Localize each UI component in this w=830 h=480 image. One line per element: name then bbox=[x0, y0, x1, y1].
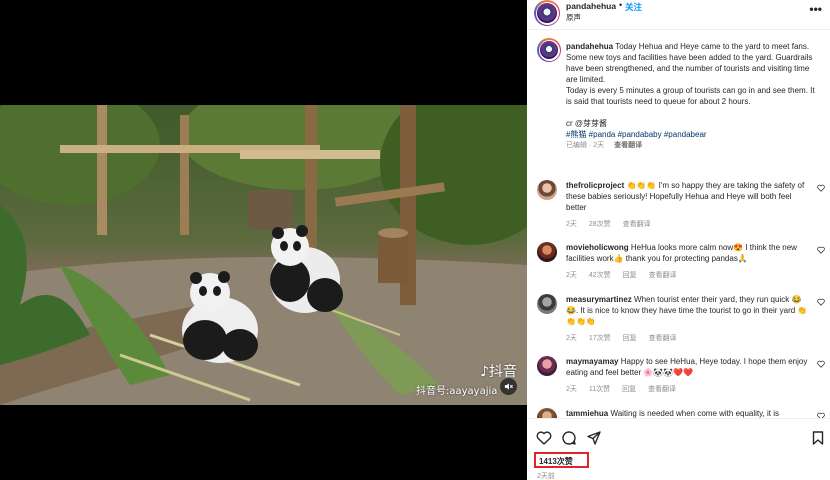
comment-translate-link[interactable]: 查看翻译 bbox=[649, 335, 677, 342]
commenter-username[interactable]: movieholicwong bbox=[566, 243, 629, 252]
comment-meta: 2天 42次赞 回复 查看翻译 bbox=[566, 270, 687, 280]
comment-item: maymayamay Happy to see HeHua, Heye toda… bbox=[537, 356, 825, 408]
post-actions-bar: 1413次赞 2天前 bbox=[527, 418, 830, 480]
comments-list[interactable]: pandahehua Today Hehua and Heye came to … bbox=[527, 30, 830, 418]
commenter-username[interactable]: thefrolicproject bbox=[566, 181, 624, 190]
author-username[interactable]: pandahehua bbox=[566, 1, 616, 11]
caption-text: pandahehua Today Hehua and Heye came to … bbox=[566, 41, 821, 151]
caption-meta: 已编辑 · 2天 查看翻译 bbox=[566, 140, 821, 151]
caption-line: Some new toys and facilities have been a… bbox=[566, 53, 813, 84]
caption-username[interactable]: pandahehua bbox=[566, 42, 613, 51]
comment-like-heart-icon[interactable] bbox=[817, 298, 825, 306]
comment-text: thefrolicproject 👏👏👏 I'm so happy they a… bbox=[566, 180, 810, 213]
more-options-icon[interactable]: ••• bbox=[809, 2, 822, 16]
comment-meta: 2天 28次赞 查看翻译 bbox=[566, 219, 661, 229]
comment-reply-link[interactable]: 回复 bbox=[623, 335, 637, 342]
douyin-watermark-id: 抖音号:aayayajia bbox=[416, 386, 498, 397]
share-send-icon[interactable] bbox=[586, 430, 602, 446]
post-time-ago: 2天前 bbox=[537, 473, 555, 480]
comment-text: measurymartinez When tourist enter their… bbox=[566, 294, 810, 327]
commenter-username[interactable]: measurymartinez bbox=[566, 295, 632, 304]
comment-like-heart-icon[interactable] bbox=[817, 246, 825, 254]
comment-item: measurymartinez When tourist enter their… bbox=[537, 294, 825, 346]
comment-likes[interactable]: 17次赞 bbox=[589, 335, 611, 342]
caption-credit: cr @芽芽酱 bbox=[566, 119, 608, 128]
likes-count[interactable]: 1413次赞 bbox=[534, 452, 589, 468]
commenter-avatar[interactable] bbox=[537, 294, 557, 314]
media-pane: ♪抖音 抖音号:aayayajia bbox=[0, 0, 527, 480]
comment-like-heart-icon[interactable] bbox=[817, 360, 825, 368]
comment-time: 2天 bbox=[566, 386, 577, 393]
mute-toggle-button[interactable] bbox=[500, 378, 517, 395]
commenter-avatar[interactable] bbox=[537, 408, 557, 418]
comment-reply-link[interactable]: 回复 bbox=[622, 386, 636, 393]
caption-spacer bbox=[566, 107, 821, 118]
like-heart-icon[interactable] bbox=[536, 430, 552, 446]
separator-dot: • bbox=[619, 0, 623, 10]
comment-item: movieholicwong HeHua looks more calm now… bbox=[537, 242, 825, 294]
speaker-muted-icon bbox=[504, 383, 513, 390]
caption-line: Today Hehua and Heye came to the yard to… bbox=[615, 42, 810, 51]
caption-translate-link[interactable]: 查看翻译 bbox=[614, 142, 642, 149]
commenter-avatar[interactable] bbox=[537, 242, 557, 262]
commenter-username[interactable]: tammiehua bbox=[566, 409, 608, 418]
commenter-avatar[interactable] bbox=[537, 356, 557, 376]
comment-text: movieholicwong HeHua looks more calm now… bbox=[566, 242, 810, 264]
follow-button[interactable]: 关注 bbox=[625, 1, 642, 13]
post-header: pandahehua • 关注 原声 ••• bbox=[527, 0, 830, 30]
commenter-avatar[interactable] bbox=[537, 180, 557, 200]
comment-meta: 2天 11次赞 回复 查看翻译 bbox=[566, 384, 686, 394]
comment-likes[interactable]: 28次赞 bbox=[589, 221, 611, 228]
comment-meta: 2天 17次赞 回复 查看翻译 bbox=[566, 333, 687, 343]
caption-line: Today is every 5 minutes a group of tour… bbox=[566, 86, 815, 106]
comment-item: tammiehua Waiting is needed when come wi… bbox=[537, 408, 825, 418]
comment-translate-link[interactable]: 查看翻译 bbox=[648, 386, 676, 393]
author-avatar[interactable] bbox=[534, 0, 560, 26]
caption-hashtags[interactable]: #熊猫 #panda #pandababy #pandabear bbox=[566, 129, 821, 140]
comment-bubble-icon[interactable] bbox=[561, 430, 577, 446]
comment-time: 2天 bbox=[566, 335, 577, 342]
save-bookmark-icon[interactable] bbox=[810, 430, 826, 446]
comment-text: maymayamay Happy to see HeHua, Heye toda… bbox=[566, 356, 810, 378]
audio-label[interactable]: 原声 bbox=[566, 12, 581, 23]
caption-edited: 已编辑 · 2天 bbox=[566, 142, 605, 149]
commenter-username[interactable]: maymayamay bbox=[566, 357, 618, 366]
comment-time: 2天 bbox=[566, 221, 577, 228]
comment-likes[interactable]: 11次赞 bbox=[589, 386, 610, 393]
comment-like-heart-icon[interactable] bbox=[817, 184, 825, 192]
post-side-panel: pandahehua • 关注 原声 ••• pandahehua Today … bbox=[527, 0, 830, 480]
comment-body: Waiting is needed when come with equalit… bbox=[610, 409, 779, 418]
comment-text: tammiehua Waiting is needed when come wi… bbox=[566, 408, 810, 418]
comment-time: 2天 bbox=[566, 272, 577, 279]
comment-translate-link[interactable]: 查看翻译 bbox=[623, 221, 651, 228]
comment-item: thefrolicproject 👏👏👏 I'm so happy they a… bbox=[537, 180, 825, 232]
caption-avatar[interactable] bbox=[537, 38, 561, 62]
comment-translate-link[interactable]: 查看翻译 bbox=[649, 272, 677, 279]
comment-reply-link[interactable]: 回复 bbox=[623, 272, 637, 279]
panda-video[interactable]: ♪抖音 抖音号:aayayajia bbox=[0, 105, 527, 405]
panda-video-frame bbox=[0, 105, 527, 405]
comment-likes[interactable]: 42次赞 bbox=[589, 272, 611, 279]
